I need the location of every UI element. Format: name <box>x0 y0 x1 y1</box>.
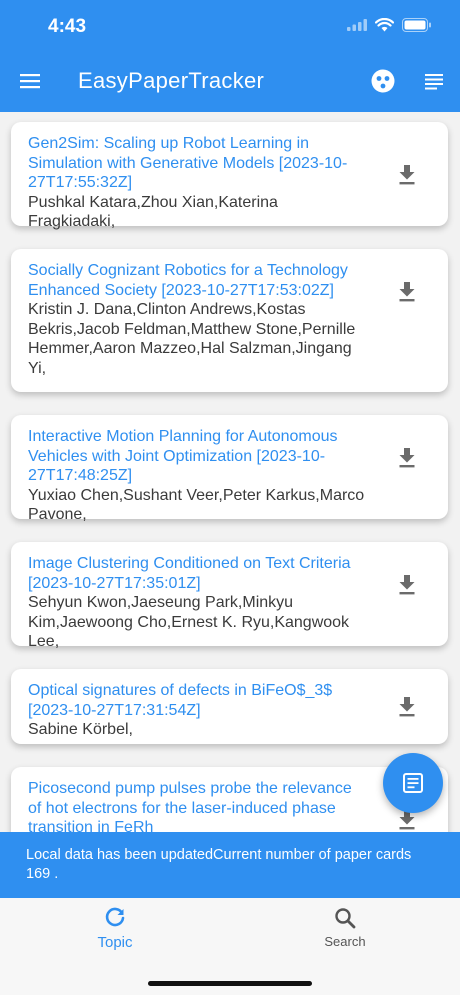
paper-title[interactable]: Socially Cognizant Robotics for a Techno… <box>28 261 368 300</box>
paper-card[interactable]: Optical signatures of defects in BiFeO$_… <box>11 669 448 744</box>
wifi-icon <box>375 18 394 32</box>
paper-title[interactable]: Picosecond pump pulses probe the relevan… <box>28 779 368 832</box>
paper-authors: Pushkal Katara,Zhou Xian,Katerina Fragki… <box>28 193 278 231</box>
list-icon[interactable] <box>422 69 446 93</box>
download-icon[interactable] <box>396 572 418 596</box>
paper-title[interactable]: Interactive Motion Planning for Autonomo… <box>28 427 368 486</box>
download-icon[interactable] <box>396 694 418 718</box>
download-icon[interactable] <box>396 445 418 469</box>
paper-card[interactable]: Gen2Sim: Scaling up Robot Learning in Si… <box>11 122 448 230</box>
home-indicator <box>148 981 312 986</box>
refresh-icon <box>105 907 125 927</box>
paper-card[interactable]: Socially Cognizant Robotics for a Techno… <box>11 249 448 392</box>
paper-title[interactable]: Image Clustering Conditioned on Text Cri… <box>28 554 368 593</box>
tab-search[interactable]: Search <box>285 906 405 949</box>
download-icon[interactable] <box>396 162 418 186</box>
download-icon[interactable] <box>396 279 418 303</box>
tab-topic-label: Topic <box>97 934 133 951</box>
app-header: 4:43 EasyPaperTracker <box>0 0 460 112</box>
status-time: 4:43 <box>48 16 87 37</box>
paper-card[interactable]: Interactive Motion Planning for Autonomo… <box>11 415 448 523</box>
face-icon[interactable] <box>370 68 396 94</box>
paper-list[interactable]: Gen2Sim: Scaling up Robot Learning in Si… <box>0 112 460 832</box>
paper-authors: Sabine Körbel, <box>28 721 133 738</box>
app-bar: EasyPaperTracker <box>0 56 460 106</box>
paper-title[interactable]: Optical signatures of defects in BiFeO$_… <box>28 681 368 720</box>
paper-authors: Sehyun Kwon,Jaeseung Park,Minkyu Kim,Jae… <box>28 594 350 650</box>
battery-icon <box>402 18 431 32</box>
signal-icon <box>347 19 367 31</box>
search-icon <box>335 908 356 929</box>
snackbar: Local data has been updatedCurrent numbe… <box>0 832 460 898</box>
snackbar-message: Local data has been updatedCurrent numbe… <box>26 847 412 882</box>
tab-search-label: Search <box>324 934 366 949</box>
menu-icon[interactable] <box>18 69 42 93</box>
app-title: EasyPaperTracker <box>78 68 265 93</box>
tab-topic[interactable]: Topic <box>55 906 175 951</box>
status-icons <box>347 18 432 32</box>
paper-card[interactable]: Image Clustering Conditioned on Text Cri… <box>11 542 448 650</box>
paper-title[interactable]: Gen2Sim: Scaling up Robot Learning in Si… <box>28 134 368 193</box>
status-bar: 4:43 <box>0 0 460 52</box>
paper-authors: Kristin J. Dana,Clinton Andrews,Kostas B… <box>28 301 356 377</box>
notes-fab-button[interactable] <box>383 753 443 813</box>
notes-icon <box>403 773 423 793</box>
paper-authors: Yuxiao Chen,Sushant Veer,Peter Karkus,Ma… <box>28 486 365 524</box>
